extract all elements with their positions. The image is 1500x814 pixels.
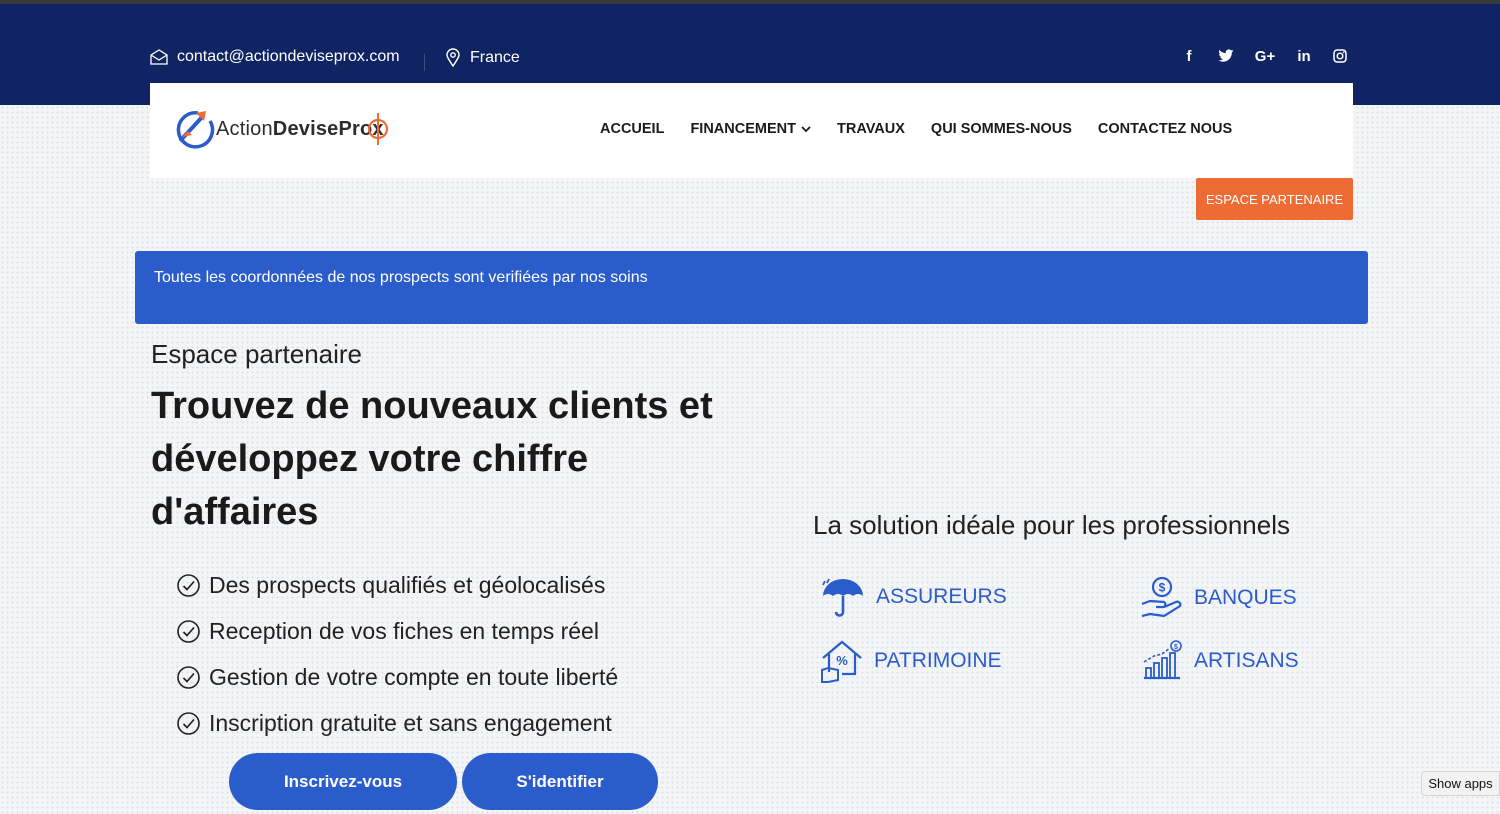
nav-item-accueil[interactable]: ACCUEIL [600,121,664,137]
location-contact: France [445,48,520,67]
partner-space-button[interactable]: ESPACE PARTENAIRE [1196,178,1353,220]
topbar-divider [424,54,425,71]
money-hand-icon: $ [1141,576,1182,618]
pro-label: PATRIMOINE [874,649,1002,672]
social-links: f G+ in [1180,46,1348,66]
facebook-icon[interactable]: f [1180,46,1198,66]
info-banner: Toutes les coordonnées de nos prospects … [135,251,1368,324]
register-button[interactable]: Inscrivez-vous [229,753,457,810]
google-plus-icon[interactable]: G+ [1254,46,1276,66]
section-eyebrow: Espace partenaire [151,339,363,369]
brand-logo[interactable]: ActionDeviseProx [174,107,390,151]
feature-item: Reception de vos fiches en temps réel [176,608,618,654]
pro-label: BANQUES [1194,586,1297,609]
nav-item-financement-label: FINANCEMENT [690,121,796,137]
feature-list: Des prospects qualifiés et géolocalisés … [176,562,618,746]
feature-text: Gestion de votre compte en toute liberté [209,663,619,690]
feature-item: Inscription gratuite et sans engagement [176,700,618,746]
instagram-icon[interactable] [1332,46,1348,66]
nav-item-contactez-nous[interactable]: CONTACTEZ NOUS [1098,121,1232,137]
brand-name-part1: Action [216,117,273,140]
location-text: France [470,48,520,66]
map-pin-icon [446,48,460,67]
pro-label: ARTISANS [1194,649,1299,672]
check-circle-icon [177,573,200,597]
logo-mark-icon [176,111,215,149]
hero-headline: Trouvez de nouveaux clients et développe… [151,385,713,533]
email-text[interactable]: contact@actiondeviseprox.com [177,48,400,66]
twitter-icon[interactable] [1216,46,1236,66]
logo-target-icon [367,113,388,145]
feature-text: Inscription gratuite et sans engagement [209,709,612,736]
feature-item: Gestion de votre compte en toute liberté [176,654,618,700]
main-nav: ACCUEIL FINANCEMENT TRAVAUX QUI SOMMES-N… [600,121,1258,137]
nav-item-travaux[interactable]: TRAVAUX [837,121,905,137]
envelope-icon [150,49,168,65]
svg-text:%: % [836,653,848,668]
brand-name: ActionDeviseProx [216,118,384,141]
login-button[interactable]: S'identifier [462,753,658,810]
chevron-down-icon [801,126,811,133]
main-header: ActionDeviseProx ACCUEIL FINANCEMENT TRA… [150,83,1353,178]
pro-item-banques[interactable]: $ BANQUES [1140,576,1297,620]
svg-text:$: $ [1174,644,1178,651]
pro-label: ASSUREURS [876,585,1007,608]
umbrella-icon [822,578,863,617]
solution-title: La solution idéale pour les professionne… [813,510,1290,540]
email-contact[interactable]: contact@actiondeviseprox.com [150,48,400,66]
nav-item-financement[interactable]: FINANCEMENT [690,121,811,137]
show-apps-button[interactable]: Show apps [1421,771,1500,796]
check-circle-icon [177,665,200,689]
pro-item-assureurs[interactable]: ASSUREURS [820,576,1007,618]
linkedin-icon[interactable]: in [1294,46,1314,66]
growth-chart-icon: $ [1143,640,1182,680]
info-banner-text: Toutes les coordonnées de nos prospects … [154,269,648,286]
feature-text: Des prospects qualifiés et géolocalisés [209,571,606,598]
pro-item-patrimoine[interactable]: % PATRIMOINE [820,638,1002,684]
check-circle-icon [177,711,200,735]
svg-text:$: $ [1159,581,1166,595]
pro-item-artisans[interactable]: $ ARTISANS [1140,640,1299,682]
house-percent-icon: % [821,640,862,683]
check-circle-icon [177,619,200,643]
feature-text: Reception de vos fiches en temps réel [209,617,599,644]
feature-item: Des prospects qualifiés et géolocalisés [176,562,618,608]
nav-item-qui-sommes-nous[interactable]: QUI SOMMES-NOUS [931,121,1072,137]
